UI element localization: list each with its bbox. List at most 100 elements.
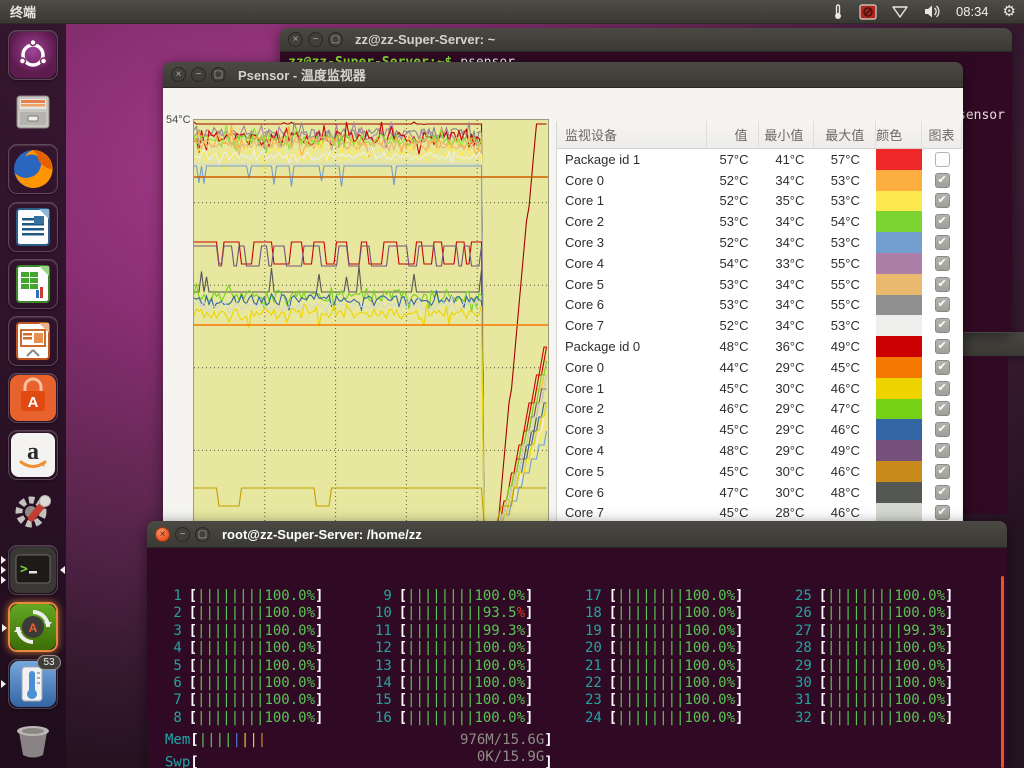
color-swatch[interactable] xyxy=(876,336,922,357)
maximize-icon[interactable]: ▢ xyxy=(195,527,210,542)
minimize-icon[interactable]: − xyxy=(191,67,206,82)
launcher-item-amazon[interactable]: a xyxy=(8,430,58,480)
chart-checkbox[interactable]: ✔ xyxy=(935,401,950,416)
launcher-item-trash[interactable] xyxy=(8,716,58,766)
color-swatch[interactable] xyxy=(876,357,922,378)
color-swatch[interactable] xyxy=(876,461,922,482)
chart-checkbox[interactable]: ✔ xyxy=(935,318,950,333)
close-icon[interactable]: × xyxy=(171,67,186,82)
color-swatch[interactable] xyxy=(876,399,922,420)
minimize-icon[interactable]: − xyxy=(308,32,323,47)
chart-checkbox[interactable]: ✔ xyxy=(935,422,950,437)
chart-checkbox[interactable]: ✔ xyxy=(935,464,950,479)
sensor-row[interactable]: Core 253°C34°C54°C✔ xyxy=(557,211,962,232)
sensor-row[interactable]: Core 752°C34°C53°C✔ xyxy=(557,315,962,336)
thermometer-icon[interactable] xyxy=(831,4,845,20)
bgterm-titlebar[interactable]: × − ▢ zz@zz-Super-Server: ~ xyxy=(280,28,1012,52)
color-swatch[interactable] xyxy=(876,419,922,440)
maximize-icon[interactable]: ▢ xyxy=(328,32,343,47)
sensor-table[interactable]: 监视设备值最小值最大值颜色图表Package id 157°C41°C57°CC… xyxy=(556,121,962,528)
sensor-row[interactable]: Core 145°C30°C46°C✔ xyxy=(557,378,962,399)
chart-checkbox[interactable]: ✔ xyxy=(935,443,950,458)
launcher-item-libreoffice-writer[interactable] xyxy=(8,202,58,252)
sensor-row[interactable]: Core 454°C33°C55°C✔ xyxy=(557,253,962,274)
color-swatch[interactable] xyxy=(876,378,922,399)
color-swatch[interactable] xyxy=(876,482,922,503)
chart-checkbox[interactable]: ✔ xyxy=(935,297,950,312)
sensor-row[interactable]: Core 553°C34°C55°C✔ xyxy=(557,274,962,295)
volume-icon[interactable] xyxy=(923,4,942,19)
minimize-icon[interactable]: − xyxy=(175,527,190,542)
active-app-name[interactable]: 终端 xyxy=(10,2,36,21)
launcher-item-software-updater[interactable]: A xyxy=(8,602,58,652)
htop-terminal-window[interactable]: × − ▢ root@zz-Super-Server: /home/zz 1[|… xyxy=(147,521,1007,768)
chart-checkbox[interactable]: ✔ xyxy=(935,235,950,250)
launcher-item-files[interactable] xyxy=(8,87,58,137)
top-menubar: 终端 08:34 ⚙ xyxy=(0,0,1024,24)
close-icon[interactable]: × xyxy=(288,32,303,47)
chart-checkbox[interactable]: ✔ xyxy=(935,173,950,188)
sensor-max: 53°C xyxy=(814,235,876,250)
psensor-window[interactable]: × − ▢ Psensor - 温度监视器 54°C 33°C 08:14 08… xyxy=(163,62,963,528)
color-swatch[interactable] xyxy=(876,149,922,170)
sensor-row[interactable]: Package id 048°C36°C49°C✔ xyxy=(557,336,962,357)
sensor-row[interactable]: Core 647°C30°C48°C✔ xyxy=(557,482,962,503)
screen-record-icon[interactable] xyxy=(859,4,877,20)
launcher-item-libreoffice-calc[interactable] xyxy=(8,259,58,309)
htop-titlebar[interactable]: × − ▢ root@zz-Super-Server: /home/zz xyxy=(147,521,1007,548)
chart-checkbox[interactable]: ✔ xyxy=(935,277,950,292)
chart-checkbox[interactable] xyxy=(935,152,950,167)
launcher-item-psensor[interactable]: 53 xyxy=(8,659,58,709)
cpu-meter-8: 8[||||||||100.0%] xyxy=(165,710,323,727)
launcher-item-firefox[interactable] xyxy=(8,144,58,194)
terminal-scrollbar[interactable] xyxy=(1001,576,1004,768)
column-header[interactable]: 监视设备 xyxy=(557,121,707,148)
sensor-row[interactable]: Core 653°C34°C55°C✔ xyxy=(557,295,962,316)
color-swatch[interactable] xyxy=(876,191,922,212)
clock[interactable]: 08:34 xyxy=(956,4,989,19)
sensor-row[interactable]: Package id 157°C41°C57°C xyxy=(557,149,962,170)
color-swatch[interactable] xyxy=(876,170,922,191)
column-header[interactable]: 值 xyxy=(707,121,759,148)
sensor-row[interactable]: Core 448°C29°C49°C✔ xyxy=(557,440,962,461)
sensor-row[interactable]: Core 246°C29°C47°C✔ xyxy=(557,399,962,420)
chart-checkbox[interactable]: ✔ xyxy=(935,256,950,271)
chart-checkbox[interactable]: ✔ xyxy=(935,360,950,375)
sensor-row[interactable]: Core 345°C29°C46°C✔ xyxy=(557,419,962,440)
chart-checkbox[interactable]: ✔ xyxy=(935,339,950,354)
chart-checkbox[interactable]: ✔ xyxy=(935,381,950,396)
close-icon[interactable]: × xyxy=(155,527,170,542)
color-swatch[interactable] xyxy=(876,274,922,295)
color-swatch[interactable] xyxy=(876,440,922,461)
column-header[interactable]: 图表 xyxy=(922,121,962,148)
launcher-item-libreoffice-impress[interactable] xyxy=(8,316,58,366)
color-swatch[interactable] xyxy=(876,232,922,253)
sensor-row[interactable]: Core 352°C34°C53°C✔ xyxy=(557,232,962,253)
chart-checkbox[interactable]: ✔ xyxy=(935,485,950,500)
sensor-value: 45°C xyxy=(707,505,759,520)
color-swatch[interactable] xyxy=(876,211,922,232)
psensor-titlebar[interactable]: × − ▢ Psensor - 温度监视器 xyxy=(163,62,963,88)
launcher-item-terminal[interactable]: > xyxy=(8,545,58,595)
network-icon[interactable] xyxy=(891,5,909,19)
sensor-row[interactable]: Core 044°C29°C45°C✔ xyxy=(557,357,962,378)
color-swatch[interactable] xyxy=(876,315,922,336)
maximize-icon[interactable]: ▢ xyxy=(211,67,226,82)
sensor-min: 30°C xyxy=(759,485,815,500)
session-gear-icon[interactable]: ⚙ xyxy=(1003,4,1016,19)
column-header[interactable]: 最小值 xyxy=(759,121,815,148)
sensor-row[interactable]: Core 545°C30°C46°C✔ xyxy=(557,461,962,482)
htop-body[interactable]: 1[||||||||100.0%]2[||||||||100.0%]3[||||… xyxy=(147,548,1007,768)
chart-checkbox[interactable]: ✔ xyxy=(935,214,950,229)
launcher-item-ubuntu-dash[interactable] xyxy=(8,30,58,80)
column-header[interactable]: 颜色 xyxy=(876,121,922,148)
color-swatch[interactable] xyxy=(876,295,922,316)
sensor-row[interactable]: Core 152°C35°C53°C✔ xyxy=(557,191,962,212)
column-header[interactable]: 最大值 xyxy=(814,121,876,148)
color-swatch[interactable] xyxy=(876,253,922,274)
chart-checkbox[interactable]: ✔ xyxy=(935,505,950,520)
sensor-row[interactable]: Core 052°C34°C53°C✔ xyxy=(557,170,962,191)
launcher-item-system-settings[interactable] xyxy=(8,488,58,538)
chart-checkbox[interactable]: ✔ xyxy=(935,193,950,208)
launcher-item-ubuntu-software[interactable]: A xyxy=(8,373,58,423)
